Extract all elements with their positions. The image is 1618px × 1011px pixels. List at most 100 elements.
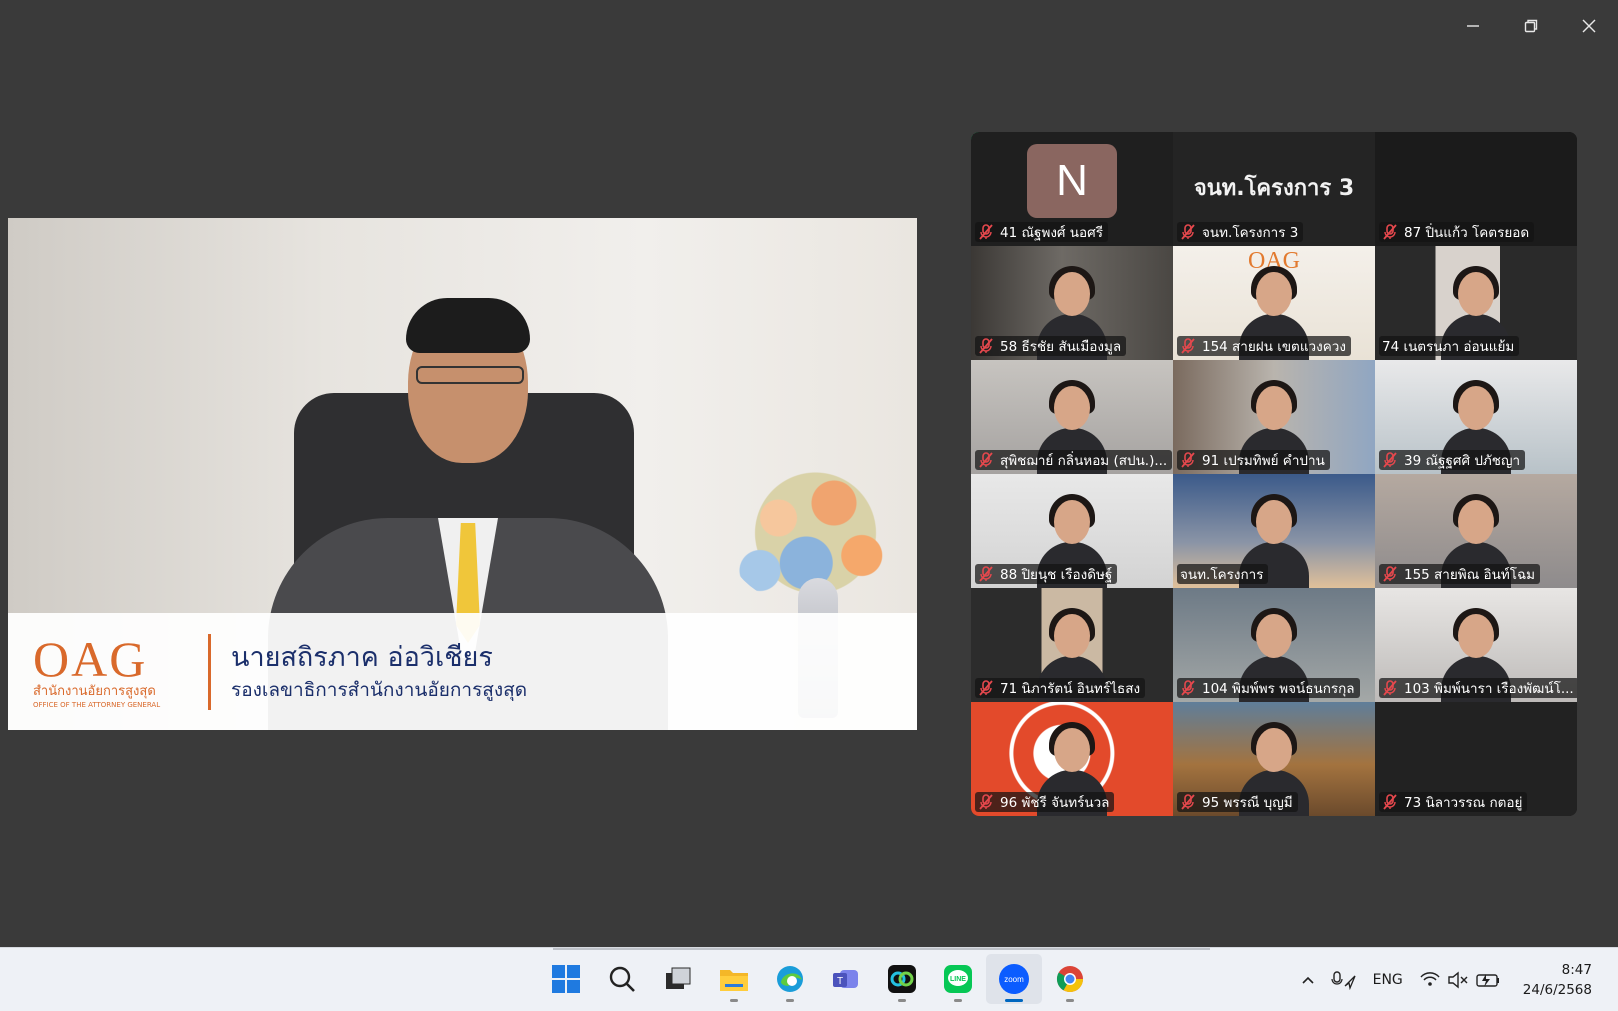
participant-tile[interactable]: 87 ปิ่นแก้ว โคตรยอด bbox=[1375, 132, 1577, 246]
participant-name: 155 สายพิณ อินท์โฉม bbox=[1404, 567, 1536, 583]
network-volume-battery[interactable] bbox=[1411, 960, 1511, 1000]
mic-muted-icon bbox=[978, 452, 994, 468]
edge-button[interactable] bbox=[762, 954, 818, 1004]
minimize-button[interactable] bbox=[1444, 0, 1502, 52]
participant-name-label: 39 ณัฐฐศศิ ปภัชญา bbox=[1379, 450, 1526, 470]
participant-tile[interactable]: จนท.โครงการ 3 จนท.โครงการ 3 bbox=[1173, 132, 1375, 246]
participant-tile[interactable]: 104 พิมพ์พร พจน์ธนกรกุล bbox=[1173, 588, 1375, 702]
mic-muted-icon bbox=[978, 794, 994, 810]
mic-muted-icon bbox=[1382, 794, 1398, 810]
participant-tile[interactable]: OAG 154 สายฝน เขตแวงควง bbox=[1173, 246, 1375, 360]
participant-name: 88 ปิยนุช เรืองดิษฐ์ bbox=[1000, 567, 1113, 583]
participant-tile[interactable]: N 41 ณัฐพงศ์ นอศรี bbox=[971, 132, 1173, 246]
participant-tile[interactable]: 91 เปรมทิพย์ คำปาน bbox=[1173, 360, 1375, 474]
mic-muted-icon bbox=[1180, 680, 1196, 696]
mic-location-icon bbox=[1330, 970, 1356, 990]
speaker-role: รองเลขาธิการสำนักงานอัยการสูงสุด bbox=[231, 678, 528, 701]
edge-icon bbox=[777, 966, 803, 992]
participant-name: 154 สายฝน เขตแวงควง bbox=[1202, 339, 1346, 355]
participant-name-label: 71 นิภารัตน์ อินทร์ไธสง bbox=[975, 678, 1146, 698]
participant-tile[interactable]: 155 สายพิณ อินท์โฉม bbox=[1375, 474, 1577, 588]
participant-tile[interactable]: 71 นิภารัตน์ อินทร์ไธสง bbox=[971, 588, 1173, 702]
participant-name: สุพิชฌาย์ กลิ่นหอม (สปน.)... bbox=[1000, 453, 1168, 469]
participant-tile[interactable]: 95 พรรณี บุญมี bbox=[1173, 702, 1375, 816]
participant-name: 71 นิภารัตน์ อินทร์ไธสง bbox=[1000, 681, 1141, 697]
participant-name-label: 104 พิมพ์พร พจน์ธนกรกุล bbox=[1177, 678, 1360, 698]
participant-tile[interactable]: 88 ปิยนุช เรืองดิษฐ์ bbox=[971, 474, 1173, 588]
search-icon bbox=[609, 966, 635, 992]
speaker-glasses bbox=[416, 366, 524, 384]
system-tray: ENG 8:47 24/6/2568 bbox=[1293, 948, 1618, 1011]
teams-button[interactable]: T bbox=[818, 954, 874, 1004]
mic-muted-icon bbox=[978, 224, 994, 240]
show-hidden-icons-button[interactable] bbox=[1293, 960, 1323, 1000]
participant-name: 41 ณัฐพงศ์ นอศรี bbox=[1000, 225, 1103, 241]
participant-name: 104 พิมพ์พร พจน์ธนกรกุล bbox=[1202, 681, 1355, 697]
restore-icon bbox=[1524, 19, 1538, 33]
participant-name-label: 103 พิมพ์นารา เรืองพัฒน์โ... bbox=[1379, 678, 1577, 698]
participant-name: 91 เปรมทิพย์ คำปาน bbox=[1202, 453, 1325, 469]
scroll-indicator bbox=[553, 948, 1210, 950]
file-explorer-button[interactable] bbox=[706, 954, 762, 1004]
mic-muted-icon bbox=[1180, 224, 1196, 240]
participant-name-label: 154 สายฝน เขตแวงควง bbox=[1177, 336, 1351, 356]
participant-name: 58 ธีรชัย สันเมืองมูล bbox=[1000, 339, 1122, 355]
mic-muted-icon bbox=[1382, 680, 1398, 696]
participant-tile[interactable]: 74 เนตรนภา อ่อนแย้ม bbox=[1375, 246, 1577, 360]
close-icon bbox=[1582, 19, 1596, 33]
task-view-icon bbox=[666, 967, 691, 989]
mic-muted-icon bbox=[1180, 794, 1196, 810]
oag-logo-english: OFFICE OF THE ATTORNEY GENERAL bbox=[33, 700, 161, 709]
participant-name: 103 พิมพ์นารา เรืองพัฒน์โ... bbox=[1404, 681, 1574, 697]
participant-name-label: 91 เปรมทิพย์ คำปาน bbox=[1177, 450, 1330, 470]
oag-logo-text: OAG bbox=[33, 630, 148, 687]
svg-text:T: T bbox=[837, 976, 843, 987]
mic-muted-icon bbox=[1382, 452, 1398, 468]
restore-button[interactable] bbox=[1502, 0, 1560, 52]
participant-tile[interactable]: 103 พิมพ์นารา เรืองพัฒน์โ... bbox=[1375, 588, 1577, 702]
speaker-name: นายสถิรภาค อ่อวิเชียร bbox=[231, 641, 493, 673]
windows-taskbar: T LINE zoom ENG 8:47 24/6/2568 bbox=[0, 947, 1618, 1011]
participant-name-label: 155 สายพิณ อินท์โฉม bbox=[1379, 564, 1541, 584]
participant-name-label: 96 พัชรี จันทร์นวล bbox=[975, 792, 1115, 812]
participant-name-label: จนท.โครงการ 3 bbox=[1177, 222, 1304, 242]
window-controls bbox=[1444, 0, 1618, 52]
search-button[interactable] bbox=[594, 954, 650, 1004]
participant-tile[interactable]: 96 พัชรี จันทร์นวล bbox=[971, 702, 1173, 816]
webex-icon bbox=[888, 965, 916, 993]
clock-date: 24/6/2568 bbox=[1522, 981, 1592, 998]
participant-name-label: 74 เนตรนภา อ่อนแย้ม bbox=[1379, 336, 1520, 356]
participant-tile[interactable]: 73 นิลาวรรณ กตอยู่ bbox=[1375, 702, 1577, 816]
start-button[interactable] bbox=[538, 954, 594, 1004]
webex-button[interactable] bbox=[874, 954, 930, 1004]
zoom-button[interactable]: zoom bbox=[986, 954, 1042, 1004]
participant-tile[interactable]: จนท.โครงการ bbox=[1173, 474, 1375, 588]
speaker-video[interactable]: OAG สำนักงานอัยการสูงสุด OFFICE OF THE A… bbox=[8, 218, 917, 730]
participant-display-name: จนท.โครงการ 3 bbox=[1193, 176, 1355, 201]
participant-name-label: 58 ธีรชัย สันเมืองมูล bbox=[975, 336, 1127, 356]
participant-name: 74 เนตรนภา อ่อนแย้ม bbox=[1382, 339, 1515, 355]
close-button[interactable] bbox=[1560, 0, 1618, 52]
participant-name: จนท.โครงการ bbox=[1180, 567, 1264, 583]
wifi-speaker-battery-icons bbox=[1420, 971, 1499, 988]
lower-third-divider bbox=[208, 633, 211, 710]
participant-name-label: สุพิชฌาย์ กลิ่นหอม (สปน.)... bbox=[975, 450, 1173, 470]
participant-name-label: 88 ปิยนุช เรืองดิษฐ์ bbox=[975, 564, 1118, 584]
line-button[interactable]: LINE bbox=[930, 954, 986, 1004]
folder-icon bbox=[720, 970, 748, 991]
participant-tile[interactable]: 58 ธีรชัย สันเมืองมูล bbox=[971, 246, 1173, 360]
microphone-location-indicator[interactable] bbox=[1323, 960, 1365, 1000]
participant-tile[interactable]: สุพิชฌาย์ กลิ่นหอม (สปน.)... bbox=[971, 360, 1173, 474]
participant-name-label: จนท.โครงการ bbox=[1177, 564, 1269, 584]
speaker-hair bbox=[406, 298, 530, 353]
participant-name: 95 พรรณี บุญมี bbox=[1202, 795, 1293, 811]
task-view-button[interactable] bbox=[650, 954, 706, 1004]
chrome-button[interactable] bbox=[1042, 954, 1098, 1004]
participant-name-label: 87 ปิ่นแก้ว โคตรยอด bbox=[1379, 222, 1535, 242]
participant-name-label: 95 พรรณี บุญมี bbox=[1177, 792, 1298, 812]
participant-tile[interactable]: 39 ณัฐฐศศิ ปภัชญา bbox=[1375, 360, 1577, 474]
input-language[interactable]: ENG bbox=[1365, 960, 1411, 1000]
mic-muted-icon bbox=[978, 566, 994, 582]
clock[interactable]: 8:47 24/6/2568 bbox=[1511, 960, 1618, 1000]
teams-icon: T bbox=[833, 970, 858, 988]
